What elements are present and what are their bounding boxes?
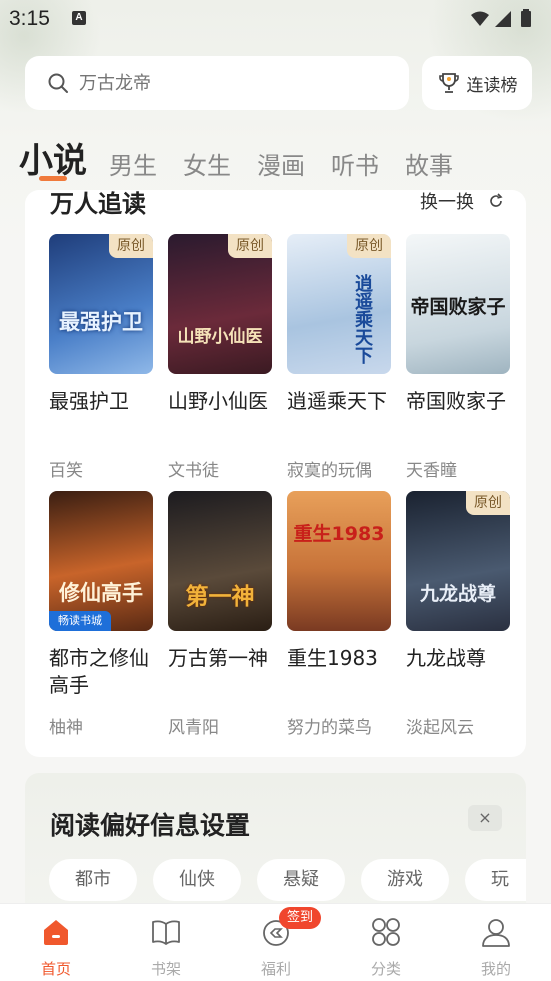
cover-title-art: 重生1983 [293,523,385,545]
notification-icon: A [72,11,86,25]
original-tag: 原创 [347,234,391,258]
signal-battery-icons [471,9,531,27]
book-title[interactable]: 山野小仙医 [168,388,272,415]
book-cover[interactable]: 修仙高手 畅读书城 [49,491,153,631]
battery-icon [521,11,531,27]
book-item[interactable]: 修仙高手 畅读书城 都市之修仙高手 柚神 [49,491,153,738]
book-author: 寂寞的玩偶 [287,461,372,481]
popular-books-card: 万人追读 换一换 最强护卫 原创 最强护卫 百笑 山野小仙医 原创 山野小仙医 … [25,190,526,757]
book-cover[interactable]: 山野小仙医 原创 [168,234,272,374]
nav-welfare-label: 福利 [260,960,291,978]
cover-title-art: 修仙高手 [59,581,143,605]
book-title[interactable]: 逍遥乘天下 [287,388,391,415]
refresh-icon [490,193,503,207]
book-title[interactable]: 都市之修仙高手 [49,645,153,699]
reading-preference-card: 阅读偏好信息设置 × 都市 仙侠 悬疑 游戏 玩 [25,773,526,923]
wifi-icon [471,11,489,26]
nav-home[interactable]: 首页 [16,904,96,981]
status-bar: 3:15 A [0,0,551,38]
refresh-button[interactable]: 换一换 [420,190,504,214]
book-cover[interactable]: 帝国败家子 [406,234,510,374]
tab-male[interactable]: 男生 [109,154,157,178]
book-author: 文书徒 [168,461,219,481]
tab-novel[interactable]: 小说 [19,144,87,178]
cover-title-art: 第一神 [185,584,255,610]
cover-title-art: 九龙战尊 [419,583,496,605]
tab-female[interactable]: 女生 [183,154,231,178]
tab-audiobook[interactable]: 听书 [331,154,379,178]
status-time: 3:15 [9,7,50,30]
bottom-navigation: 首页 书架 福利 分类 我的 [0,903,551,981]
book-item[interactable]: 最强护卫 原创 最强护卫 百笑 [49,234,153,481]
preference-chip[interactable]: 悬疑 [257,859,345,901]
checkin-badge[interactable]: 签到 [279,907,321,929]
preference-chip[interactable]: 都市 [49,859,137,901]
category-tabs: 小说 男生 女生 漫画 听书 故事 [19,128,479,178]
book-author: 柚神 [49,718,83,738]
refresh-label: 换一换 [420,192,474,213]
book-item[interactable]: 第一神 万古第一神 风青阳 [168,491,272,738]
reading-rank-label: 连读榜 [466,75,518,96]
nav-bookshelf-label: 书架 [150,960,181,978]
close-icon[interactable]: × [468,805,502,831]
original-tag: 原创 [466,491,510,515]
book-author: 风青阳 [168,718,219,738]
book-author: 天香瞳 [406,461,457,481]
book-cover[interactable]: 逍遥乘天下 原创 [287,234,391,374]
book-cover[interactable]: 九龙战尊 原创 [406,491,510,631]
book-title[interactable]: 万古第一神 [168,645,272,672]
search-input[interactable] [79,72,359,94]
tab-comic[interactable]: 漫画 [257,154,305,178]
original-tag: 原创 [109,234,153,258]
book-item[interactable]: 逍遥乘天下 原创 逍遥乘天下 寂寞的玩偶 [287,234,391,481]
grid-icon [372,918,400,946]
preference-chip[interactable]: 玩 [465,859,526,901]
book-icon [152,920,180,945]
cover-title-art: 逍遥乘天下 [352,274,373,364]
nav-home-label: 首页 [40,960,71,978]
cover-title-art: 山野小仙医 [177,327,263,347]
book-title[interactable]: 最强护卫 [49,388,153,415]
tab-story[interactable]: 故事 [405,154,453,178]
cover-title-art: 最强护卫 [59,310,143,334]
book-author: 努力的菜鸟 [287,718,372,738]
section-title: 万人追读 [50,190,146,218]
user-icon [482,919,510,947]
book-item[interactable]: 九龙战尊 原创 九龙战尊 淡起风云 [406,491,510,738]
book-item[interactable]: 重生1983 重生1983 努力的菜鸟 [287,491,391,738]
book-cover[interactable]: 重生1983 [287,491,391,631]
home-icon [44,920,68,945]
preference-chip[interactable]: 仙侠 [153,859,241,901]
book-item[interactable]: 山野小仙医 原创 山野小仙医 文书徒 [168,234,272,481]
book-title[interactable]: 重生1983 [287,645,391,672]
nav-category[interactable]: 分类 [346,904,426,981]
cellular-icon [495,11,511,27]
nav-profile[interactable]: 我的 [456,904,536,981]
book-title[interactable]: 九龙战尊 [406,645,510,672]
book-author: 百笑 [49,461,83,481]
original-tag: 原创 [228,234,272,258]
reading-rank-button[interactable]: 连读榜 [422,56,532,110]
book-title[interactable]: 帝国败家子 [406,388,510,415]
search-icon [48,73,68,93]
book-author: 淡起风云 [406,718,474,738]
search-bar[interactable] [25,56,409,110]
active-tab-indicator [39,176,67,181]
nav-category-label: 分类 [370,960,401,978]
book-cover[interactable]: 最强护卫 原创 [49,234,153,374]
nav-profile-label: 我的 [480,960,511,978]
cover-title-art: 帝国败家子 [410,296,506,318]
book-cover[interactable]: 第一神 [168,491,272,631]
book-item[interactable]: 帝国败家子 帝国败家子 天香瞳 [406,234,510,481]
nav-bookshelf[interactable]: 书架 [126,904,206,981]
preference-chip[interactable]: 游戏 [361,859,449,901]
trophy-icon [438,73,459,93]
publisher-badge: 畅读书城 [49,611,111,631]
preference-title: 阅读偏好信息设置 [50,811,251,840]
